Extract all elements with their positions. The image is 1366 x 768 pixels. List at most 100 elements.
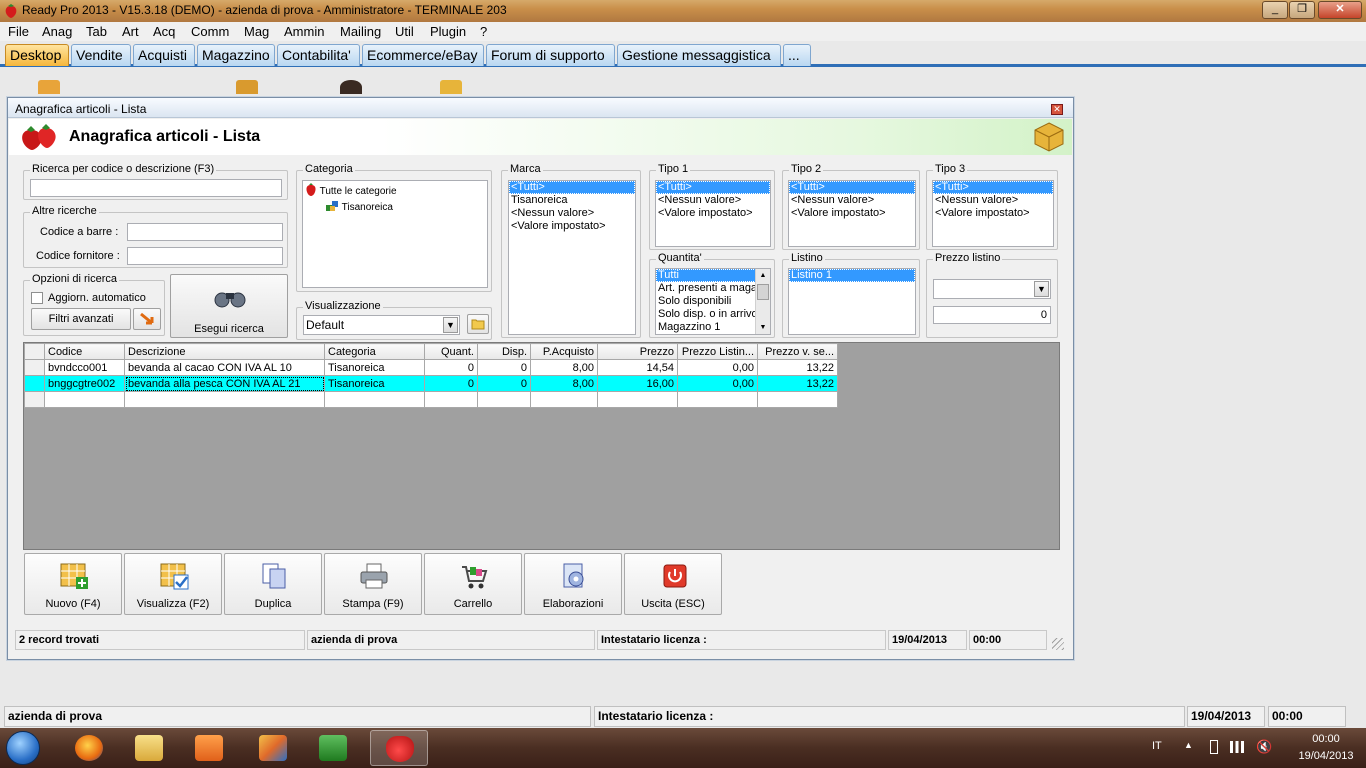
cell-sale-price[interactable]: 13,22 (757, 375, 838, 392)
cell-purchase-price[interactable]: 8,00 (530, 375, 598, 392)
type2-list[interactable]: <Tutti> <Nessun valore> <Valore impostat… (788, 180, 916, 247)
table-row[interactable]: bnggcgtre002 bevanda alla pesca CON IVA … (24, 375, 838, 392)
cell-description[interactable]: bevanda alla pesca CON IVA AL 21 (124, 375, 325, 392)
column-header[interactable]: Categoria (324, 343, 425, 360)
column-header[interactable]: P.Acquisto (530, 343, 598, 360)
type2-item[interactable]: <Nessun valore> (789, 194, 915, 207)
menu-anag[interactable]: Anag (42, 24, 72, 39)
filter-action-button[interactable] (133, 308, 161, 330)
cell-code[interactable]: bnggcgtre002 (44, 375, 125, 392)
cell-list-price[interactable]: 0,00 (677, 359, 758, 376)
scroll-thumb[interactable] (757, 284, 769, 300)
quantity-scrollbar[interactable]: ▲ ▼ (755, 269, 770, 334)
tab-contabilita[interactable]: Contabilita' (277, 44, 360, 66)
menu-tab[interactable]: Tab (86, 24, 107, 39)
resize-grip-icon[interactable] (1052, 638, 1064, 650)
column-header[interactable]: Quant. (424, 343, 478, 360)
advanced-filters-button[interactable]: Filtri avanzati (31, 308, 131, 330)
cell-quantity[interactable]: 0 (424, 359, 478, 376)
brand-list[interactable]: <Tutti> Tisanoreica <Nessun valore> <Val… (508, 180, 636, 335)
scroll-up-icon[interactable]: ▲ (756, 269, 770, 282)
print-button[interactable]: Stampa (F9) (324, 553, 422, 615)
brand-item[interactable]: <Nessun valore> (509, 207, 635, 220)
clock-date[interactable]: 19/04/2013 (1288, 750, 1364, 762)
view-folder-button[interactable] (467, 314, 489, 334)
close-button[interactable]: ✕ (1318, 1, 1362, 19)
processing-button[interactable]: Elaborazioni (524, 553, 622, 615)
restore-button[interactable]: ❐ (1289, 1, 1315, 19)
cell-price[interactable]: 16,00 (597, 375, 678, 392)
auto-update-checkbox[interactable] (31, 292, 43, 304)
desktop-shortcut-icon[interactable] (340, 80, 362, 94)
exit-button[interactable]: Uscita (ESC) (624, 553, 722, 615)
start-button[interactable] (6, 731, 40, 765)
pricelist-list[interactable]: Listino 1 (788, 268, 916, 335)
menu-file[interactable]: File (8, 24, 29, 39)
cell-available[interactable]: 0 (477, 359, 531, 376)
tab-desktop[interactable]: Desktop (5, 44, 69, 66)
duplicate-button[interactable]: Duplica (224, 553, 322, 615)
empty-cell[interactable] (530, 391, 598, 408)
row-indicator[interactable] (24, 359, 45, 376)
tab-forum[interactable]: Forum di supporto (486, 44, 615, 66)
column-header[interactable]: Prezzo Listin... (677, 343, 758, 360)
tab-magazzino[interactable]: Magazzino (197, 44, 275, 66)
quantity-list[interactable]: Tutti Art. presenti a magazzino Solo dis… (655, 268, 771, 335)
type3-item[interactable]: <Tutti> (933, 181, 1053, 194)
menu-acq[interactable]: Acq (153, 24, 175, 39)
type3-item[interactable]: <Valore impostato> (933, 207, 1053, 220)
chevron-down-icon[interactable]: ▼ (443, 317, 458, 333)
menu-comm[interactable]: Comm (191, 24, 229, 39)
column-header[interactable]: Descrizione (124, 343, 325, 360)
pricelist-item[interactable]: Listino 1 (789, 269, 915, 282)
cell-price[interactable]: 14,54 (597, 359, 678, 376)
taskbar-firefox[interactable] (60, 730, 118, 766)
language-indicator[interactable]: IT (1152, 740, 1162, 752)
price-operator-select[interactable]: ▼ (933, 279, 1051, 299)
price-value-field[interactable]: 0 (933, 306, 1051, 324)
taskbar-readypro[interactable] (370, 730, 428, 766)
quantity-item[interactable]: Solo disp. o in arrivo (656, 308, 758, 321)
menu-mag[interactable]: Mag (244, 24, 269, 39)
column-header[interactable]: Codice (44, 343, 125, 360)
empty-cell[interactable] (324, 391, 425, 408)
taskbar-excel[interactable] (304, 730, 362, 766)
type1-item[interactable]: <Valore impostato> (656, 207, 770, 220)
column-header[interactable]: Prezzo v. se... (757, 343, 838, 360)
search-input[interactable] (30, 179, 282, 197)
cell-available[interactable]: 0 (477, 375, 531, 392)
supplier-code-field[interactable] (127, 247, 283, 265)
barcode-field[interactable] (127, 223, 283, 241)
minimize-button[interactable]: _ (1262, 1, 1288, 19)
empty-cell[interactable] (44, 391, 125, 408)
cell-list-price[interactable]: 0,00 (677, 375, 758, 392)
empty-cell[interactable] (424, 391, 478, 408)
type2-item[interactable]: <Tutti> (789, 181, 915, 194)
child-close-button[interactable]: ✕ (1051, 104, 1063, 115)
category-tree[interactable]: Tutte le categorie Tisanoreica (302, 180, 488, 288)
menu-help[interactable]: ? (480, 24, 487, 39)
type2-item[interactable]: <Valore impostato> (789, 207, 915, 220)
view-button[interactable]: Visualizza (F2) (124, 553, 222, 615)
cell-category[interactable]: Tisanoreica (324, 359, 425, 376)
cell-quantity[interactable]: 0 (424, 375, 478, 392)
table-row[interactable]: bvndcco001 bevanda al cacao CON IVA AL 1… (24, 359, 838, 376)
taskbar-explorer[interactable] (120, 730, 178, 766)
row-indicator[interactable] (24, 391, 45, 408)
empty-cell[interactable] (597, 391, 678, 408)
row-indicator[interactable] (24, 375, 45, 392)
table-new-row[interactable] (24, 391, 838, 408)
brand-item[interactable]: Tisanoreica (509, 194, 635, 207)
taskbar-control-panel[interactable] (244, 730, 302, 766)
empty-cell[interactable] (757, 391, 838, 408)
quantity-item[interactable]: Art. presenti a magazzino (656, 282, 770, 295)
articles-grid[interactable]: Codice Descrizione Categoria Quant. Disp… (23, 342, 1060, 550)
empty-cell[interactable] (677, 391, 758, 408)
empty-cell[interactable] (477, 391, 531, 408)
quantity-item[interactable]: Solo disponibili (656, 295, 756, 308)
new-button[interactable]: Nuovo (F4) (24, 553, 122, 615)
type1-list[interactable]: <Tutti> <Nessun valore> <Valore impostat… (655, 180, 771, 247)
empty-cell[interactable] (124, 391, 325, 408)
cell-description[interactable]: bevanda al cacao CON IVA AL 10 (124, 359, 325, 376)
tab-more[interactable]: ... (783, 44, 811, 66)
